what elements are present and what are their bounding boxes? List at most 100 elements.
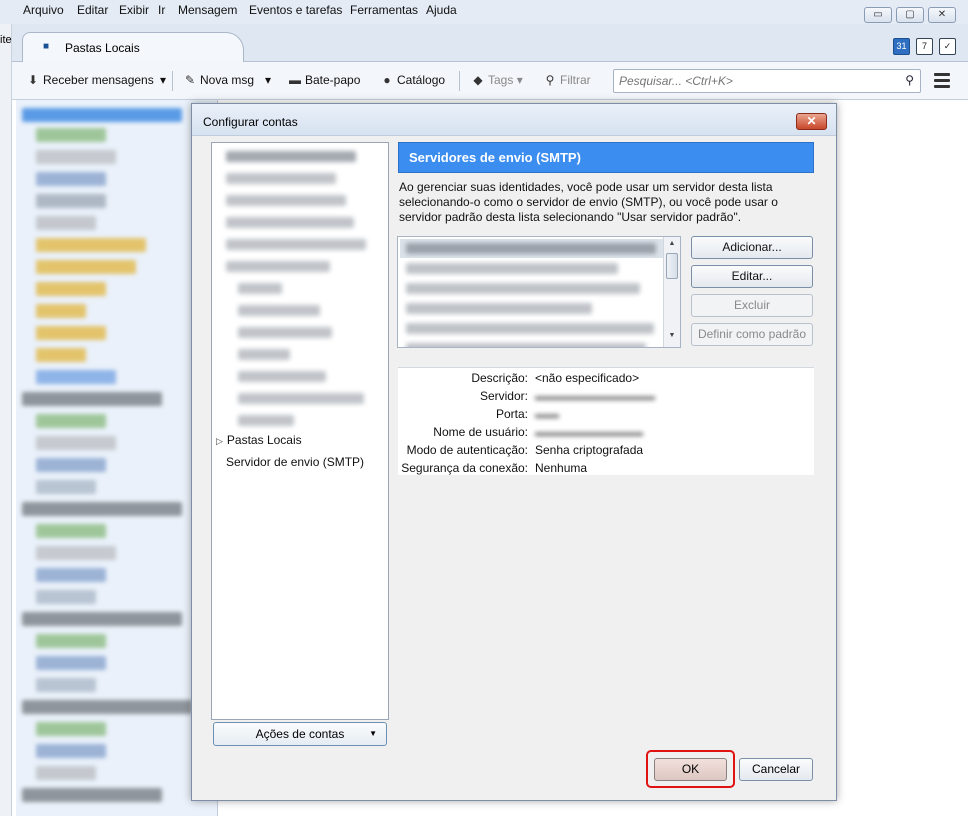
add-server-button[interactable]: Adicionar... xyxy=(691,236,813,259)
folder-row[interactable] xyxy=(36,326,106,340)
menu-ajuda[interactable]: Ajuda xyxy=(426,3,457,17)
new-message-dropdown-icon[interactable]: ▾ xyxy=(265,73,271,87)
set-default-button[interactable]: Definir como padrão xyxy=(691,323,813,346)
new-msg-label: Nova msg xyxy=(200,73,255,87)
scroll-thumb[interactable] xyxy=(666,253,678,279)
tree-subitem[interactable] xyxy=(238,305,320,316)
server-row[interactable] xyxy=(400,299,664,318)
server-row[interactable] xyxy=(400,339,664,347)
folder-row[interactable] xyxy=(36,546,116,560)
folder-row[interactable] xyxy=(22,108,182,122)
folder-row[interactable] xyxy=(22,502,182,516)
catalog-button[interactable]: ● Catálogo xyxy=(380,73,445,87)
folder-row[interactable] xyxy=(36,194,106,208)
scroll-down-icon[interactable]: ▼ xyxy=(666,332,678,344)
folder-row[interactable] xyxy=(22,700,192,714)
tree-item-account[interactable] xyxy=(226,151,356,162)
filter-button[interactable]: ⚲ Filtrar xyxy=(543,73,591,87)
tree-subitem[interactable] xyxy=(238,349,290,360)
folder-row[interactable] xyxy=(36,348,86,362)
server-row[interactable] xyxy=(400,279,664,298)
folder-row[interactable] xyxy=(36,216,96,230)
tree-subitem[interactable] xyxy=(238,371,326,382)
folder-row[interactable] xyxy=(22,392,162,406)
tasks-icon[interactable]: 7 xyxy=(916,38,933,55)
ok-button[interactable]: OK xyxy=(654,758,727,781)
folder-row[interactable] xyxy=(36,766,96,780)
detail-label-description: Descrição: xyxy=(471,371,528,385)
dialog-close-button[interactable]: ✕ xyxy=(796,113,827,130)
tree-subitem[interactable] xyxy=(238,327,332,338)
tree-item-account[interactable] xyxy=(226,239,366,250)
menu-exibir[interactable]: Exibir xyxy=(119,3,149,17)
new-message-button[interactable]: ✎ Nova msg xyxy=(183,73,254,87)
app-menu-icon[interactable] xyxy=(934,73,950,91)
folder-row[interactable] xyxy=(36,568,106,582)
folder-row[interactable] xyxy=(36,436,116,450)
tree-item-account[interactable] xyxy=(226,261,330,272)
tab-pastas-locais[interactable]: ■ Pastas Locais xyxy=(22,32,244,63)
tree-subitem[interactable] xyxy=(238,415,294,426)
expand-arrow-icon[interactable]: ▷ xyxy=(216,436,223,446)
restore-button[interactable]: ▢ xyxy=(896,7,924,23)
receive-dropdown-icon[interactable]: ▾ xyxy=(160,73,166,87)
folder-row[interactable] xyxy=(36,656,106,670)
tree-subitem[interactable] xyxy=(238,393,364,404)
server-row[interactable] xyxy=(400,319,664,338)
calendar-icon[interactable]: 31 xyxy=(893,38,910,55)
folder-row[interactable] xyxy=(36,282,106,296)
search-icon[interactable]: ⚲ xyxy=(905,73,914,87)
scroll-up-icon[interactable]: ▲ xyxy=(666,240,678,252)
tags-button[interactable]: ◆ Tags ▾ xyxy=(471,73,522,87)
list-scrollbar[interactable]: ▲ ▼ xyxy=(663,237,680,347)
dropdown-arrow-icon: ▼ xyxy=(369,729,377,738)
menu-ferramentas[interactable]: Ferramentas xyxy=(350,3,418,17)
folder-row[interactable] xyxy=(36,150,116,164)
server-row[interactable] xyxy=(400,259,664,278)
monitor-icon: ■ xyxy=(43,41,50,52)
tree-subitem[interactable] xyxy=(238,283,282,294)
folder-row[interactable] xyxy=(36,128,106,142)
folder-row[interactable] xyxy=(36,172,106,186)
account-tree: ▷ Pastas Locais Servidor de envio (SMTP) xyxy=(211,142,389,720)
menu-mensagem[interactable]: Mensagem xyxy=(178,3,237,17)
folder-row[interactable] xyxy=(36,722,106,736)
folder-row[interactable] xyxy=(36,590,96,604)
minimize-button[interactable]: ▭ xyxy=(864,7,892,23)
checklist-icon[interactable]: ✓ xyxy=(939,38,956,55)
dialog-titlebar: Configurar contas ✕ xyxy=(192,104,836,136)
menu-arquivo[interactable]: Arquivo xyxy=(23,3,64,17)
cancel-button[interactable]: Cancelar xyxy=(739,758,813,781)
receive-messages-button[interactable]: ⬇ Receber mensagens xyxy=(26,73,154,87)
window-close-button[interactable]: ✕ xyxy=(928,7,956,23)
folder-row[interactable] xyxy=(36,524,106,538)
account-actions-button[interactable]: Ações de contas ▼ xyxy=(213,722,387,746)
menu-editar[interactable]: Editar xyxy=(77,3,108,17)
menu-eventos[interactable]: Eventos e tarefas xyxy=(249,3,342,17)
server-row[interactable] xyxy=(400,239,664,258)
chat-button[interactable]: ▬ Bate-papo xyxy=(288,73,360,87)
folder-row[interactable] xyxy=(36,304,86,318)
folder-row[interactable] xyxy=(36,414,106,428)
folder-row[interactable] xyxy=(36,634,106,648)
tree-item-smtp[interactable]: Servidor de envio (SMTP) xyxy=(226,455,364,469)
folder-row[interactable] xyxy=(36,260,136,274)
delete-server-button[interactable]: Excluir xyxy=(691,294,813,317)
edit-server-button[interactable]: Editar... xyxy=(691,265,813,288)
search-input[interactable] xyxy=(619,73,899,89)
folder-row[interactable] xyxy=(36,458,106,472)
folder-row[interactable] xyxy=(22,612,182,626)
menu-ir[interactable]: Ir xyxy=(158,3,165,17)
folder-row[interactable] xyxy=(36,744,106,758)
folder-row[interactable] xyxy=(36,480,96,494)
folder-row[interactable] xyxy=(36,678,96,692)
search-box[interactable]: ⚲ xyxy=(613,69,921,93)
folder-row[interactable] xyxy=(36,370,116,384)
tree-item-local-folders[interactable]: ▷ Pastas Locais xyxy=(216,433,302,447)
tree-item-account[interactable] xyxy=(226,173,336,184)
folder-row[interactable] xyxy=(22,788,162,802)
tree-item-account[interactable] xyxy=(226,195,346,206)
smtp-server-list[interactable]: ▲ ▼ xyxy=(397,236,681,348)
tree-item-account[interactable] xyxy=(226,217,354,228)
folder-row[interactable] xyxy=(36,238,146,252)
